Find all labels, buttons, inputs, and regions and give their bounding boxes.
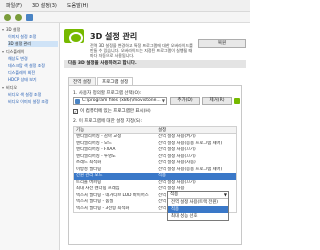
sidebar-item-image-settings[interactable]: 이미지 설정 조정 — [8, 34, 36, 40]
sidebar-category-video[interactable]: ▾ 비디오 — [2, 85, 17, 91]
program-select-value: C:\program files (x86)\movistone... — [82, 98, 161, 103]
sidebar-item-rotate[interactable]: 디스플레이 회전 — [8, 70, 35, 76]
section-header: 다음 3D 설정을 사용하려고 합니다. — [64, 60, 246, 68]
page-title: 3D 설정 관리 — [90, 32, 138, 41]
checkbox-box[interactable]: ✓ — [73, 108, 78, 114]
chevron-down-icon: ▼ — [161, 98, 165, 103]
power-mode-dropdown[interactable]: 적용 ▼ 전역 설정 사용(트랙 전원) 적용 최대 성능 선호 — [167, 191, 229, 221]
menu-file[interactable]: 파일(F) — [6, 2, 22, 9]
dropdown-option-highlighted[interactable]: 적용 — [168, 206, 228, 213]
menu-3d-settings[interactable]: 3D 설정(3) — [32, 2, 57, 9]
show-only-label: 이 컴퓨터에 있는 프로그램만 표시(H) — [80, 109, 151, 114]
sidebar-item-hdcp[interactable]: HDCP 상태 보기 — [8, 77, 37, 83]
sidebar: ▾ 3D 설정 이미지 설정 조정 3D 설정 관리 ▾ 디스플레이 해상도 변경 … — [0, 23, 60, 250]
dropdown-option[interactable]: 최대 성능 선호 — [168, 213, 228, 220]
step2-label: 2. 이 프로그램에 대한 설정 지정(S): — [73, 119, 143, 124]
sidebar-item-desktop-color[interactable]: 데스크탑 색 설정 조정 — [8, 63, 45, 69]
add-program-button[interactable]: 추가(D) — [170, 97, 200, 105]
program-settings-panel: 1. 사용자 정의할 프로그램 선택(O): C:\program files … — [68, 85, 242, 245]
sidebar-item-video-image[interactable]: 비디오 이미지 설정 조정 — [8, 99, 49, 105]
chevron-down-icon: ▼ — [223, 192, 227, 197]
dropdown-current-value[interactable]: 적용 ▼ — [168, 192, 228, 199]
column-header-setting: 설정 — [158, 128, 167, 133]
sidebar-item-manage-3d[interactable]: 3D 설정 관리 — [8, 41, 58, 47]
column-header-feature: 기능 — [76, 128, 85, 133]
menu-help[interactable]: 도움말(H) — [67, 2, 88, 9]
program-select[interactable]: C:\program files (x86)\movistone... ▼ — [73, 97, 167, 105]
table-header: 기능 설정 — [74, 127, 236, 134]
dropdown-current-label: 적용 — [170, 192, 179, 197]
sidebar-category-display[interactable]: ▾ 디스플레이 — [2, 49, 24, 55]
main-panel: 3D 설정 관리 복원 전역 3D 설정을 변경하고 특정 프로그램에 대한 오… — [60, 23, 250, 250]
sidebar-item-video-color[interactable]: 비디오 색 설정 조정 — [8, 92, 41, 98]
toolbar — [0, 12, 250, 23]
nvidia-icon — [234, 98, 240, 104]
remove-program-button[interactable]: 제거(R) — [202, 97, 232, 105]
sidebar-item-resolution[interactable]: 해상도 변경 — [8, 56, 28, 62]
feature-cell: 텍스처 필터링 - 3선형 최적화 — [76, 205, 130, 211]
sidebar-category-3d[interactable]: ▾ 3D 설정 — [2, 27, 20, 33]
program-icon — [75, 99, 80, 104]
dropdown-option[interactable]: 전역 설정 사용(트랙 전원) — [168, 199, 228, 206]
back-icon[interactable] — [4, 13, 11, 21]
show-only-checkbox[interactable]: ✓ 이 컴퓨터에 있는 프로그램만 표시(H) — [73, 108, 151, 114]
restore-button[interactable]: 복원 — [198, 39, 246, 48]
menu-bar: 파일(F) 3D 설정(3) 도움말(H) — [0, 0, 250, 12]
home-icon[interactable] — [26, 13, 33, 21]
step1-label: 1. 사용자 정의할 프로그램 선택(O): — [73, 91, 142, 96]
forward-icon[interactable] — [15, 13, 22, 21]
page-description: 전역 3D 설정을 변경하고 특정 프로그램에 대한 오버라이드를 만들 수 있… — [90, 43, 193, 58]
nvidia-logo-icon — [64, 29, 84, 44]
